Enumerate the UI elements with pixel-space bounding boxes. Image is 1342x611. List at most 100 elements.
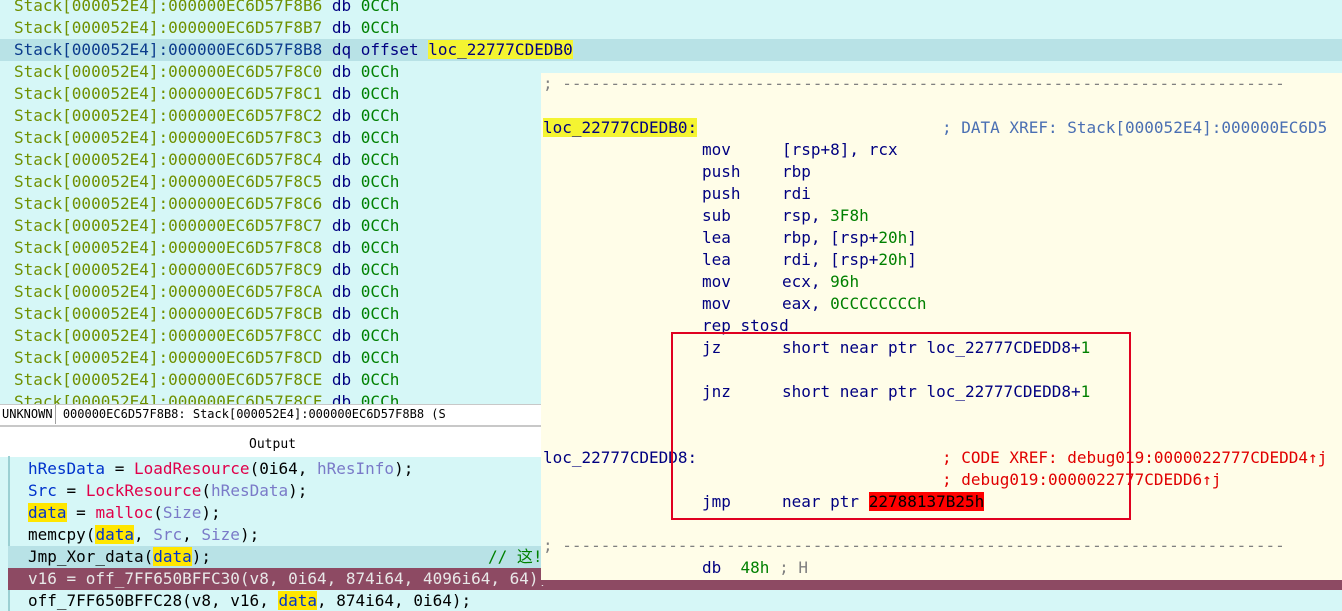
operand-text: rdi [782,184,811,203]
instruction-operand: rdi [782,183,811,205]
data-xref-comment: ; DATA XREF: Stack[000052E4]:000000EC6D5 [942,118,1328,137]
operand-text: [rsp+8], rcx [782,140,898,159]
row-operand: 0CCh [360,348,400,367]
row-address: Stack[000052E4]:000000EC6D57F8C4 [14,150,323,169]
row-mnemonic: db [331,18,352,37]
instruction-mnemonic: push [702,162,741,181]
row-operand: 0CCh [360,18,400,37]
operand-text: rbp, [rsp+ [782,228,879,247]
instruction-mnemonic: push [702,184,741,203]
row-mnemonic: db [331,194,352,213]
row-operand: 0CCh [360,84,400,103]
operand-text: eax, [782,294,831,313]
instruction-operand: rsp, 3F8h [782,205,869,227]
db-line: db 48h ; H [702,558,808,577]
status-kind: UNKNOWN [0,405,56,424]
row-mnemonic: db [331,128,352,147]
row-mnemonic: db [331,216,352,235]
row-operand: 0CCh [360,0,400,15]
code-line[interactable]: off_7FF650BFFC28(v8, v16, data, 874i64, … [28,590,471,611]
stack-row[interactable]: Stack[000052E4]:000000EC6D57F8B7 db 0CCh [0,17,1342,39]
code-line[interactable]: hResData = LoadResource(0i64, hResInfo); [28,458,413,480]
row-operand: 0CCh [360,150,400,169]
operand-number: 96h [830,272,860,291]
instruction-mnemonic: mov [702,140,731,159]
row-mnemonic: db [331,150,352,169]
instruction-mnemonic: lea [702,228,731,247]
row-operand: 0CCh [360,370,400,389]
row-address: Stack[000052E4]:000000EC6D57F8CB [14,304,323,323]
row-mnemonic: db [331,326,352,345]
row-address: Stack[000052E4]:000000EC6D57F8CC [14,326,323,345]
row-address: Stack[000052E4]:000000EC6D57F8C8 [14,238,323,257]
operand-number: 20h [878,250,908,269]
row-mnemonic: db [331,370,352,389]
code-line[interactable]: data = malloc(Size); [28,502,221,524]
row-mnemonic: db [331,106,352,125]
row-operand: 0CCh [360,62,400,81]
instruction-operand: rbp, [rsp+20h] [782,227,917,249]
row-address: Stack[000052E4]:000000EC6D57F8CD [14,348,323,367]
code-line[interactable]: Jmp_Xor_data(data); [28,546,211,568]
instruction-mnemonic: mov [702,294,731,313]
row-address: Stack[000052E4]:000000EC6D57F8CA [14,282,323,301]
row-operand: 0CCh [360,238,400,257]
row-address: Stack[000052E4]:000000EC6D57F8B8 [14,40,323,59]
row-mnemonic: db [331,348,352,367]
annotation-red-box [671,332,1131,520]
row-operand: 0CCh [360,216,400,235]
row-address: Stack[000052E4]:000000EC6D57F8C3 [14,128,323,147]
row-operand: 0CCh [360,392,400,404]
operand-text: ] [907,228,917,247]
separator-line: ; --------------------------------------… [543,74,1285,93]
row-operand: 0CCh [360,304,400,323]
operand-number: 0CCCCCCCCh [830,294,927,313]
row-address: Stack[000052E4]:000000EC6D57F8B7 [14,18,323,37]
row-mnemonic: db [331,172,352,191]
status-location: 000000EC6D57F8B8: Stack[000052E4]:000000… [62,407,425,421]
row-address: Stack[000052E4]:000000EC6D57F8CF [14,392,323,404]
label-loc-db0: loc_22777CDEDB0: [543,118,698,137]
code-line[interactable]: memcpy(data, Src, Size); [28,524,259,546]
status-bar: UNKNOWN 000000EC6D57F8B8: Stack[000052E4… [0,404,545,426]
row-address: Stack[000052E4]:000000EC6D57F8C9 [14,260,323,279]
row-mnemonic: db [331,260,352,279]
row-mnemonic: db [331,282,352,301]
row-mnemonic: db [331,62,352,81]
row-mnemonic: db [331,392,352,404]
instruction-mnemonic: mov [702,272,731,291]
row-operand: 0CCh [360,172,400,191]
row-address: Stack[000052E4]:000000EC6D57F8C6 [14,194,323,213]
row-operand: loc_22777CDEDB0 [428,40,573,59]
stack-row-selected[interactable]: Stack[000052E4]:000000EC6D57F8B8 dq offs… [0,39,1342,61]
output-tab-title[interactable]: Output [0,426,545,457]
instruction-operand: ecx, 96h [782,271,859,293]
row-address: Stack[000052E4]:000000EC6D57F8C5 [14,172,323,191]
operand-number: 3F8h [830,206,869,225]
row-address: Stack[000052E4]:000000EC6D57F8C0 [14,62,323,81]
row-operand: 0CCh [360,260,400,279]
row-mnemonic: db [331,304,352,323]
operand-text: ] [907,250,917,269]
row-operand: 0CCh [360,194,400,213]
instruction-operand: eax, 0CCCCCCCCh [782,293,927,315]
operand-text: rbp [782,162,811,181]
row-address: Stack[000052E4]:000000EC6D57F8C2 [14,106,323,125]
instruction-operand: rbp [782,161,811,183]
instruction-mnemonic: lea [702,250,731,269]
row-mnemonic: db [331,0,352,15]
row-operand: 0CCh [360,128,400,147]
operand-text: rdi, [rsp+ [782,250,879,269]
operand-number: 20h [878,228,908,247]
code-comment: // 这! [488,547,543,566]
instruction-mnemonic: sub [702,206,731,225]
operand-text: ecx, [782,272,831,291]
code-line-selected[interactable]: v16 = off_7FF650BFFC30(v8, 0i64, 874i64,… [28,568,548,590]
code-line[interactable]: Src = LockResource(hResData); [28,480,307,502]
operand-text: rsp, [782,206,831,225]
instruction-operand: rdi, [rsp+20h] [782,249,917,271]
row-mnemonic: db [331,238,352,257]
separator-line-2: ; --------------------------------------… [543,536,1285,555]
row-operand: 0CCh [360,326,400,345]
stack-row[interactable]: Stack[000052E4]:000000EC6D57F8B6 db 0CCh [0,0,1342,17]
